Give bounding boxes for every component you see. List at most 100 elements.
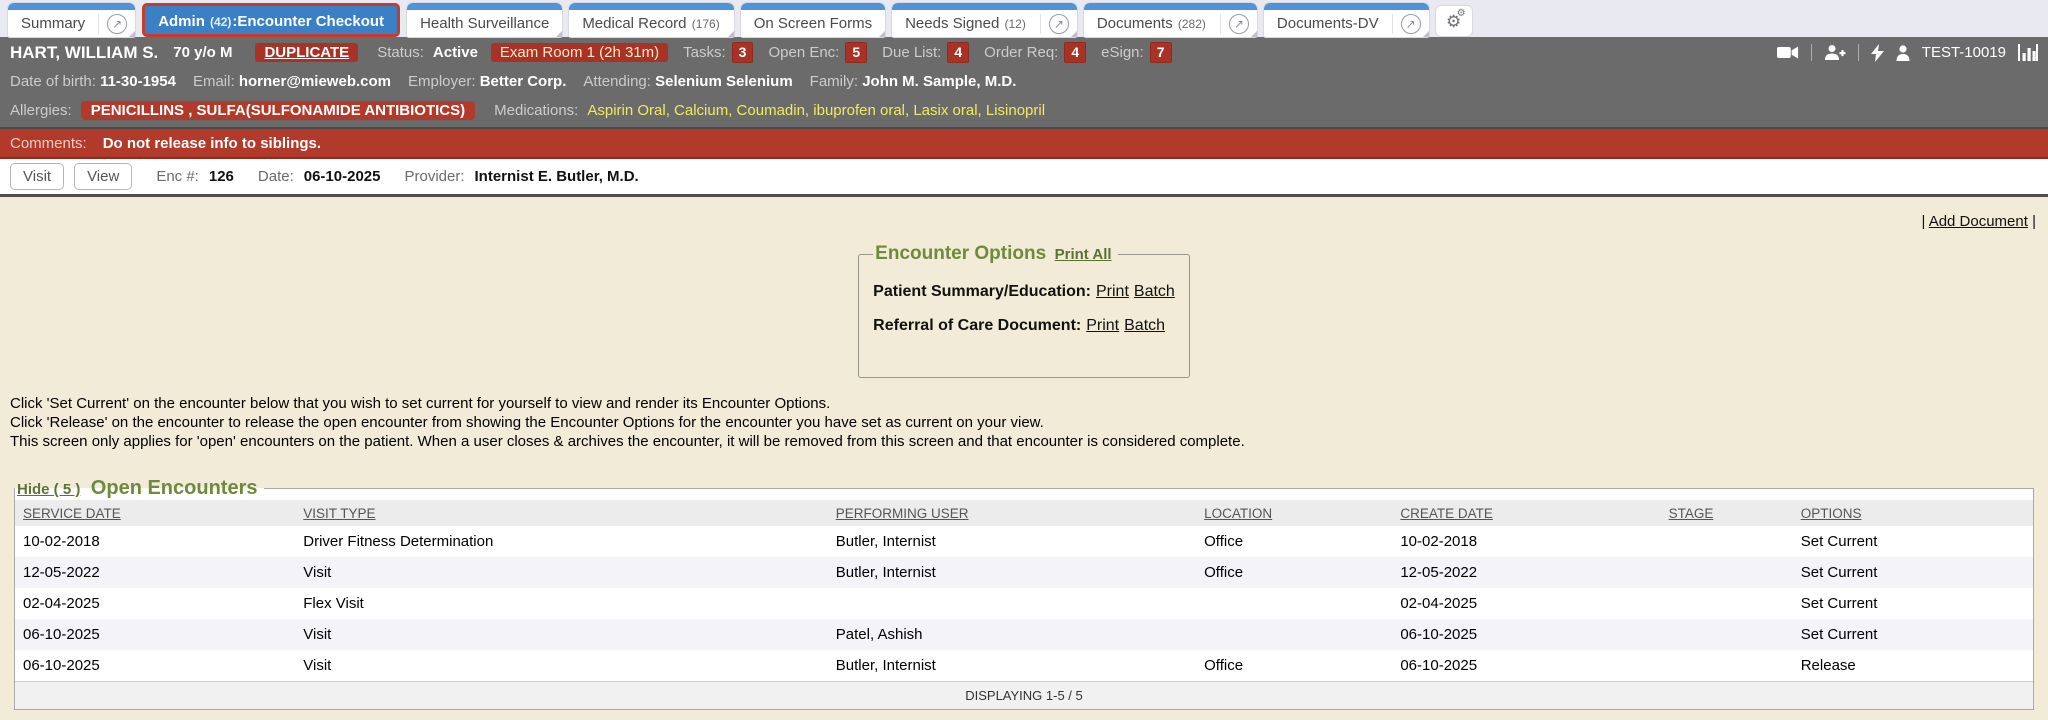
set-current-link[interactable]: Set Current — [1793, 557, 2033, 588]
tab-needs-signed-label[interactable]: Needs Signed (12) — [892, 11, 1040, 37]
col-header-options[interactable]: OPTIONS — [1793, 500, 2033, 526]
cell-performing-user: Patel, Ashish — [828, 619, 1196, 650]
dob-value: 11-30-1954 — [100, 73, 176, 90]
tab-documents-label[interactable]: Documents (282) — [1084, 11, 1220, 37]
tab-admin-encounter-checkout[interactable]: Admin (42):Encounter Checkout — [142, 3, 400, 37]
tab-admin-count: (42) — [210, 15, 231, 29]
dob-label: Date of birth: — [10, 73, 96, 90]
tab-documents-popout[interactable]: ↗ — [1220, 14, 1257, 34]
tab-on-screen-forms-label[interactable]: On Screen Forms — [741, 11, 885, 37]
open-in-new-icon: ↗ — [1229, 14, 1249, 34]
cell-service-date: 02-04-2025 — [15, 588, 295, 619]
stat-order-req: Order Req: 4 — [984, 42, 1086, 63]
referral-of-care-row: Referral of Care Document:PrintBatch — [873, 317, 1175, 335]
due-list-count-badge[interactable]: 4 — [947, 42, 969, 63]
add-person-icon[interactable] — [1824, 44, 1846, 61]
table-row: 12-05-2022 Visit Butler, Internist Offic… — [15, 557, 2033, 588]
tab-health-surveillance[interactable]: Health Surveillance — [407, 3, 562, 37]
open-enc-count-badge[interactable]: 5 — [845, 42, 867, 63]
col-header-create-date[interactable]: CREATE DATE — [1392, 500, 1660, 526]
patient-name: HART, WILLIAM S. — [10, 43, 158, 63]
enc-number-label: Enc #: — [156, 168, 199, 185]
dob-field: Date of birth: 11-30-1954 — [10, 73, 176, 90]
open-in-new-icon: ↗ — [1401, 14, 1421, 34]
video-camera-icon[interactable] — [1777, 45, 1799, 60]
cell-create-date: 12-05-2022 — [1392, 557, 1660, 588]
attending-value: Selenium Selenium — [655, 73, 793, 90]
tab-documents[interactable]: Documents (282) ↗ — [1084, 3, 1257, 37]
tab-documents-text: Documents — [1097, 15, 1173, 32]
open-in-new-icon: ↗ — [107, 14, 127, 34]
patient-summary-print-link[interactable]: Print — [1096, 283, 1129, 300]
paging-status: DISPLAYING 1-5 / 5 — [15, 682, 2033, 710]
stat-tasks: Tasks:3 — [683, 42, 753, 63]
tab-on-screen-forms[interactable]: On Screen Forms — [741, 3, 885, 37]
tab-medical-record[interactable]: Medical Record (176) — [569, 3, 733, 37]
tab-summary-label[interactable]: Summary — [8, 11, 98, 37]
tab-summary[interactable]: Summary ↗ — [8, 3, 135, 37]
tasks-count-badge[interactable]: 3 — [732, 42, 754, 63]
add-document-link[interactable]: Add Document — [1929, 213, 2028, 230]
encounter-options-legend: Encounter Options Print All — [873, 243, 1117, 265]
col-header-performing-user[interactable]: PERFORMING USER — [828, 500, 1196, 526]
medications-list[interactable]: Aspirin Oral, Calcium, Coumadin, ibuprof… — [587, 102, 1045, 119]
patient-summary-batch-link[interactable]: Batch — [1134, 283, 1175, 300]
tab-medical-record-label[interactable]: Medical Record (176) — [569, 11, 733, 37]
duplicate-badge[interactable]: DUPLICATE — [255, 43, 358, 62]
allergies-badge[interactable]: PENICILLINS , SULFA(SULFONAMIDE ANTIBIOT… — [81, 101, 475, 120]
tab-documents-dv-label[interactable]: Documents-DV — [1264, 11, 1392, 37]
attending-field: Attending: Selenium Selenium — [583, 73, 792, 90]
cell-service-date: 10-02-2018 — [15, 526, 295, 557]
referral-batch-link[interactable]: Batch — [1124, 317, 1165, 334]
set-current-link[interactable]: Set Current — [1793, 588, 2033, 619]
patient-summary-label: Patient Summary/Education: — [873, 283, 1091, 300]
esign-count-badge[interactable]: 7 — [1150, 42, 1172, 63]
table-row: 06-10-2025 Visit Butler, Internist Offic… — [15, 650, 2033, 682]
pipe: | — [1921, 213, 1928, 230]
cell-visit-type: Driver Fitness Determination — [295, 526, 828, 557]
enc-date-label: Date: — [258, 168, 294, 185]
tab-health-surveillance-label[interactable]: Health Surveillance — [407, 11, 562, 37]
open-in-new-icon: ↗ — [1049, 14, 1069, 34]
divider — [1858, 44, 1859, 61]
table-footer-row: DISPLAYING 1-5 / 5 — [15, 682, 2033, 710]
tab-needs-signed[interactable]: Needs Signed (12) ↗ — [892, 3, 1077, 37]
order-req-label: Order Req: — [984, 44, 1058, 61]
tab-needs-signed-popout[interactable]: ↗ — [1040, 14, 1077, 34]
print-all-link[interactable]: Print All — [1055, 246, 1112, 263]
patient-header-row-2: Date of birth: 11-30-1954 Email: horner@… — [10, 67, 2038, 96]
tab-summary-popout[interactable]: ↗ — [98, 14, 135, 34]
hide-link[interactable]: Hide ( 5 ) — [17, 481, 80, 498]
cell-visit-type: Visit — [295, 619, 828, 650]
order-req-count-badge[interactable]: 4 — [1064, 42, 1086, 63]
col-header-service-date[interactable]: SERVICE DATE — [15, 500, 295, 526]
tab-needs-signed-text: Needs Signed — [905, 15, 999, 32]
col-header-stage[interactable]: STAGE — [1661, 500, 1793, 526]
cell-service-date: 06-10-2025 — [15, 619, 295, 650]
col-header-visit-type[interactable]: VISIT TYPE — [295, 500, 828, 526]
email-label: Email: — [193, 73, 235, 90]
tab-admin-rest: :Encounter Checkout — [232, 13, 384, 30]
referral-print-link[interactable]: Print — [1086, 317, 1119, 334]
chart-stats-icon[interactable] — [2018, 44, 2038, 61]
enc-number-value: 126 — [209, 168, 234, 185]
tab-documents-dv-popout[interactable]: ↗ — [1392, 14, 1429, 34]
exam-room-badge[interactable]: Exam Room 1 (2h 31m) — [491, 43, 668, 62]
tab-settings-button[interactable]: ⚙ ⚙ — [1436, 6, 1472, 36]
view-button[interactable]: View — [74, 163, 132, 190]
col-header-location[interactable]: LOCATION — [1196, 500, 1392, 526]
family-field: Family: John M. Sample, M.D. — [810, 73, 1017, 90]
cell-stage — [1661, 650, 1793, 682]
instruction-line-2: Click 'Release' on the encounter to rele… — [10, 413, 2038, 432]
visit-button[interactable]: Visit — [10, 163, 64, 190]
cell-location: Office — [1196, 557, 1392, 588]
tab-documents-dv[interactable]: Documents-DV ↗ — [1264, 3, 1429, 37]
lightning-icon[interactable] — [1871, 44, 1884, 62]
set-current-link[interactable]: Set Current — [1793, 526, 2033, 557]
family-label: Family: — [810, 73, 858, 90]
open-encounters-title: Open Encounters — [91, 477, 258, 499]
cell-create-date: 06-10-2025 — [1392, 619, 1660, 650]
set-current-link[interactable]: Set Current — [1793, 619, 2033, 650]
release-link[interactable]: Release — [1793, 650, 2033, 682]
cell-create-date: 02-04-2025 — [1392, 588, 1660, 619]
